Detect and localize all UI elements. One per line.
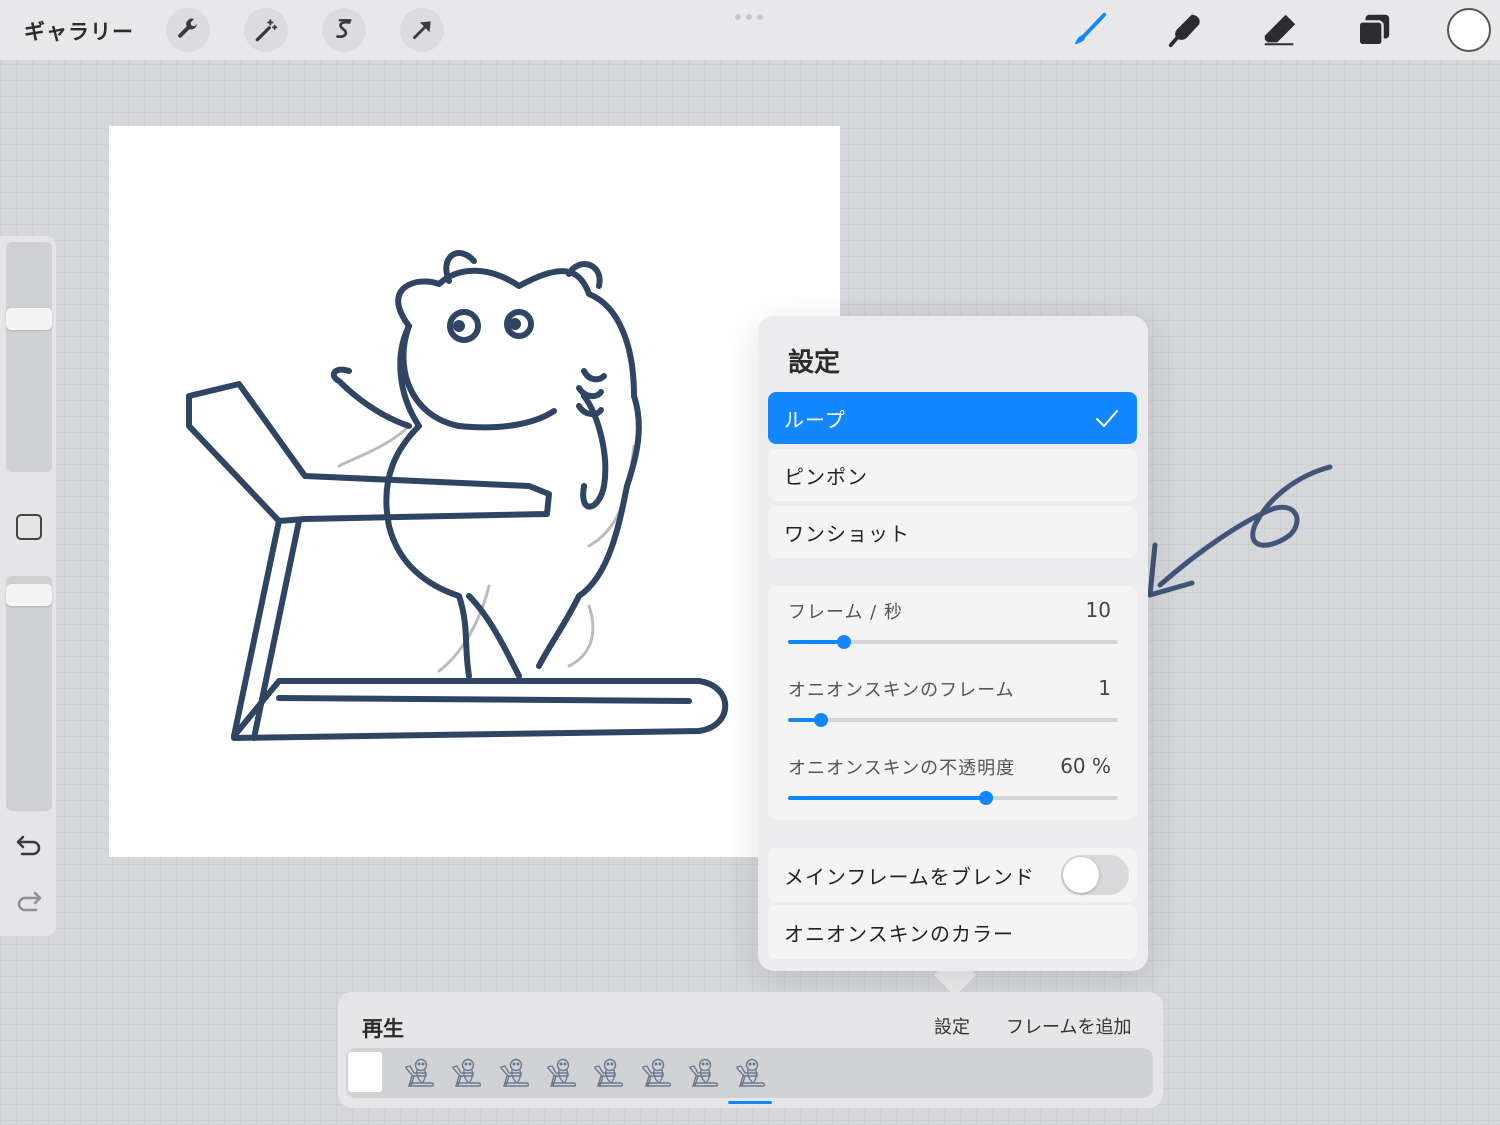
slider-panel: フレーム / 秒 10 オニオンスキンのフレーム 1 オニオンスキンの不透明度 … [768, 586, 1137, 820]
brush-tool-button[interactable] [1070, 10, 1110, 50]
fps-value: 10 [1085, 598, 1111, 622]
frame-thumbnail[interactable] [639, 1055, 673, 1089]
drag-handle[interactable] [735, 14, 763, 20]
annotation-arrow [1147, 464, 1333, 598]
blend-main-frame-row: メインフレームをブレンド [768, 848, 1137, 902]
frame-thumbnail[interactable] [449, 1055, 483, 1089]
onion-frames-label: オニオンスキンのフレーム [788, 680, 1015, 701]
selection-icon [336, 19, 352, 38]
onion-opacity-label: オニオンスキンの不透明度 [788, 758, 1016, 779]
modify-button[interactable] [16, 514, 42, 540]
add-frame-button[interactable]: フレームを追加 [1006, 1013, 1131, 1039]
option-one-shot-label: ワンショット [784, 521, 910, 546]
onion-skin-color-label: オニオンスキンのカラー [784, 921, 1014, 946]
blend-main-frame-toggle[interactable] [1061, 855, 1129, 895]
frame-thumbnail[interactable] [686, 1055, 720, 1089]
animation-settings-popover: 設定 ループ ピンポン ワンショット フレーム / 秒 10 オニオンスキンのフ… [758, 316, 1148, 971]
frame-thumbnail[interactable] [348, 1052, 382, 1092]
option-loop-label: ループ [784, 407, 846, 432]
redo-icon[interactable] [14, 886, 44, 916]
left-sidebar [0, 236, 56, 936]
wrench-icon [178, 18, 197, 38]
onion-frames-value: 1 [1098, 676, 1111, 700]
frame-thumbnail[interactable] [497, 1055, 531, 1089]
transform-arrow-icon [413, 21, 431, 39]
brush-size-thumb[interactable] [6, 308, 52, 330]
selection-button[interactable] [322, 8, 366, 52]
onion-opacity-slider[interactable] [788, 791, 1118, 805]
smudge-icon [1168, 14, 1200, 48]
character-illustration [186, 250, 729, 741]
eraser-icon [1264, 14, 1296, 46]
current-frame-indicator [728, 1101, 772, 1104]
drawing-canvas[interactable] [109, 126, 840, 857]
frame-thumbnail[interactable] [591, 1055, 625, 1089]
adjustments-button[interactable] [244, 8, 288, 52]
option-one-shot[interactable]: ワンショット [768, 506, 1137, 558]
onion-skin-color-row[interactable]: オニオンスキンのカラー [768, 905, 1137, 959]
top-toolbar: ギャラリー [0, 0, 1500, 60]
onion-opacity-value: 60 % [1060, 754, 1111, 778]
popover-title: 設定 [788, 348, 841, 378]
frame-strip[interactable] [346, 1048, 1153, 1098]
option-ping-pong-label: ピンポン [784, 464, 868, 489]
layers-button[interactable] [1354, 10, 1394, 50]
fps-slider[interactable] [788, 635, 1118, 649]
frame-thumbnail[interactable] [402, 1055, 436, 1089]
actions-button[interactable] [166, 8, 210, 52]
layers-icon [1357, 14, 1390, 47]
opacity-slider[interactable] [6, 576, 52, 811]
onion-frames-slider[interactable] [788, 713, 1118, 727]
frame-thumbnail[interactable] [733, 1055, 767, 1089]
brush-size-slider[interactable] [6, 242, 52, 472]
magic-wand-icon [255, 19, 278, 42]
transform-button[interactable] [400, 8, 444, 52]
gallery-button[interactable]: ギャラリー [24, 16, 134, 46]
frame-thumbnail[interactable] [544, 1055, 578, 1089]
play-button[interactable]: 再生 [362, 1013, 404, 1043]
option-loop[interactable]: ループ [768, 392, 1137, 444]
fps-label: フレーム / 秒 [788, 602, 903, 623]
animation-timeline: 再生 設定 フレームを追加 [338, 992, 1163, 1108]
eraser-tool-button[interactable] [1260, 10, 1300, 50]
color-picker-button[interactable] [1447, 8, 1491, 52]
option-ping-pong[interactable]: ピンポン [768, 449, 1137, 501]
undo-icon[interactable] [14, 830, 44, 860]
checkmark-icon [1096, 410, 1118, 427]
brush-icon [1074, 12, 1107, 45]
smudge-tool-button[interactable] [1165, 10, 1205, 50]
timeline-settings-button[interactable]: 設定 [934, 1013, 970, 1039]
blend-main-frame-label: メインフレームをブレンド [784, 864, 1035, 889]
opacity-thumb[interactable] [6, 584, 52, 606]
